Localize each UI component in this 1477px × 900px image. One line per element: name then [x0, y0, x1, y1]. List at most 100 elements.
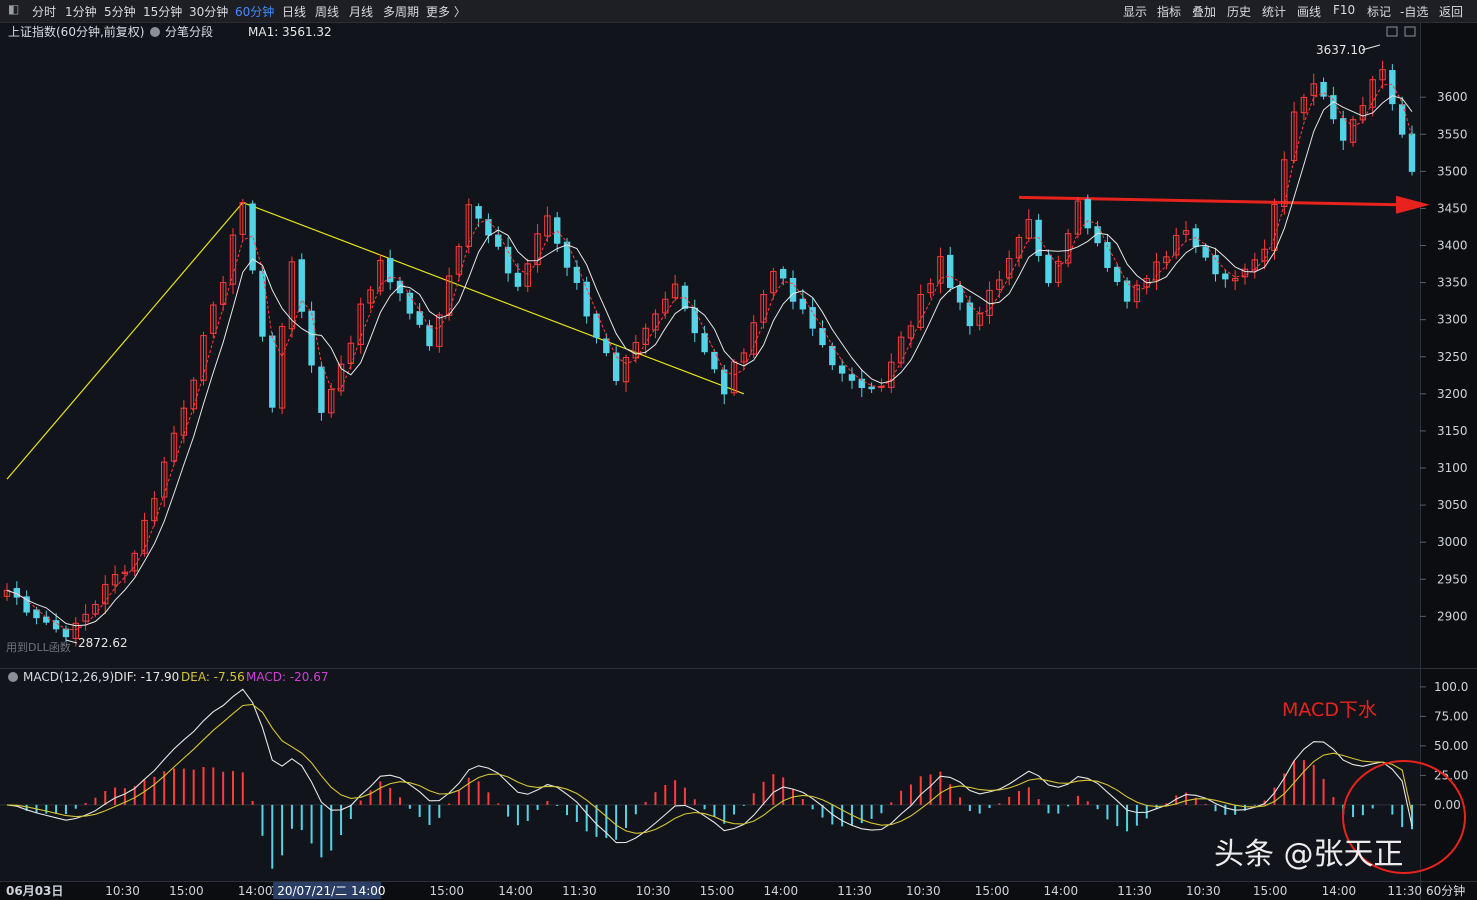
candle-body — [1408, 133, 1416, 172]
candle-body — [721, 369, 728, 395]
candle-body — [514, 272, 522, 287]
candle-body — [1222, 273, 1229, 280]
price-tick-label: 3400 — [1437, 239, 1468, 253]
macd-tick-label: 0.00 — [1434, 798, 1461, 812]
time-tick-label: 15:00 — [700, 884, 735, 898]
time-tick-label: 14:00 — [238, 884, 273, 898]
time-tick-label: 10:30 — [636, 884, 671, 898]
price-tick-label: 2900 — [1437, 609, 1468, 623]
candle-body — [838, 365, 846, 374]
mode-label[interactable]: 分笔分段 — [165, 24, 213, 39]
candle-body — [701, 333, 708, 353]
chart-area[interactable]: 3600 3550 3500 3450 3400 3350 3300 3250 3200 3150… — [0, 23, 1477, 900]
period-tab-5min[interactable]: 5分钟 — [104, 3, 136, 20]
tool-overlay[interactable]: 叠加 — [1192, 3, 1216, 20]
candle-body — [426, 325, 433, 347]
tool-history[interactable]: 历史 — [1227, 3, 1251, 20]
period-tab-monthly[interactable]: 月线 — [349, 3, 373, 20]
candle-body — [691, 307, 698, 334]
time-tick-label: 15:00 — [429, 884, 464, 898]
tool-f10[interactable]: F10 — [1333, 3, 1355, 17]
time-tick-label: 11:30 — [837, 884, 872, 898]
candle-body — [956, 286, 964, 303]
tool-mark[interactable]: 标记 — [1367, 3, 1391, 20]
price-tick-label: 3100 — [1437, 461, 1468, 475]
period-tab-30min[interactable]: 30分钟 — [189, 3, 228, 20]
candle-body — [1114, 266, 1121, 282]
candle-body — [1202, 246, 1209, 258]
time-tick-label: 11:30 — [1387, 884, 1422, 898]
macd-dea: DEA: -7.56 — [181, 670, 245, 684]
cursor-time-label: 20/07/21/二 14:00 — [277, 884, 385, 898]
tool-indicator[interactable]: 指标 — [1157, 3, 1181, 20]
candle-body — [848, 374, 856, 381]
price-tick-label: 3200 — [1437, 387, 1468, 401]
time-tick-label: 10:30 — [1186, 884, 1221, 898]
tool-watchlist[interactable]: -自选 — [1400, 3, 1428, 20]
time-tick-label: 14:00 — [498, 884, 533, 898]
period-tab-daily[interactable]: 日线 — [282, 3, 306, 20]
candle-body — [33, 609, 40, 619]
candle-body — [1340, 118, 1347, 141]
chart-title: 上证指数(60分钟,前复权) — [8, 24, 144, 39]
time-tick-label: 06月03日 — [6, 884, 63, 898]
price-tick-label: 3450 — [1437, 201, 1468, 215]
high-label: 3637.10 — [1316, 43, 1366, 57]
time-tick-label: 15:00 — [1253, 884, 1288, 898]
price-tick-label: 3500 — [1437, 164, 1468, 178]
macd-toggle-icon[interactable] — [8, 672, 18, 682]
macd-tick-label: 50.00 — [1434, 739, 1468, 753]
toolbar: ◧ 分时 1分钟 5分钟 15分钟 30分钟 60分钟 日线 周线 月线 多周期… — [0, 0, 1477, 23]
candle-body — [298, 259, 305, 312]
candle-body — [495, 234, 502, 247]
price-tick-label: 3150 — [1437, 424, 1468, 438]
candle-body — [259, 270, 266, 337]
ma-label: MA1: 3561.32 — [248, 25, 332, 39]
price-tick-label: 3000 — [1437, 535, 1468, 549]
price-tick-label: 3600 — [1437, 90, 1468, 104]
candle-body — [62, 628, 70, 638]
tool-display[interactable]: 显示 — [1123, 3, 1147, 20]
candle-body — [603, 338, 610, 354]
time-tick-label: 14:00 — [1322, 884, 1357, 898]
tool-statistics[interactable]: 统计 — [1262, 3, 1286, 20]
low-label: 2872.62 — [78, 636, 128, 650]
period-tab-more[interactable]: 更多 〉 — [426, 3, 466, 20]
tool-draw-line[interactable]: 画线 — [1297, 3, 1321, 20]
time-tick-label: 15:00 — [975, 884, 1010, 898]
dll-note: 用到DLL函数 — [6, 641, 71, 654]
macd-value: MACD: -20.67 — [246, 670, 329, 684]
period-tab-fenshi[interactable]: 分时 — [32, 3, 56, 20]
panel-toggle-icon[interactable]: ◧ — [8, 2, 19, 16]
period-tab-1min[interactable]: 1分钟 — [65, 3, 97, 20]
candle-body — [308, 310, 315, 366]
candle-body — [1045, 254, 1052, 284]
time-tick-label: 15:00 — [169, 884, 204, 898]
price-tick-label: 3250 — [1437, 350, 1468, 364]
mode-toggle-icon[interactable] — [150, 27, 160, 37]
period-tab-15min[interactable]: 15分钟 — [143, 3, 182, 20]
candle-body — [868, 386, 875, 390]
period-tab-weekly[interactable]: 周线 — [315, 3, 339, 20]
period-label: 60分钟 — [1426, 883, 1465, 898]
period-tab-multi[interactable]: 多周期 — [383, 3, 419, 20]
time-tick-label: 11:30 — [1117, 884, 1152, 898]
tool-back[interactable]: 返回 — [1439, 3, 1463, 20]
candle-body — [809, 307, 816, 329]
candle-body — [416, 311, 423, 325]
time-tick-label: 10:30 — [105, 884, 140, 898]
time-tick-label: 14:00 — [764, 884, 799, 898]
price-tick-label: 3350 — [1437, 276, 1468, 290]
period-tab-60min[interactable]: 60分钟 — [235, 3, 274, 20]
candle-body — [789, 278, 797, 302]
candle-body — [1084, 199, 1091, 229]
macd-dif: DIF: -17.90 — [114, 670, 179, 684]
watermark: 头条 @张天正 — [1214, 837, 1404, 872]
candle-body — [475, 206, 482, 219]
candle-body — [269, 335, 276, 408]
macd-note: MACD下水 — [1282, 699, 1377, 721]
time-tick-label: 10:30 — [906, 884, 941, 898]
candle-body — [318, 366, 325, 413]
macd-tick-label: 75.00 — [1434, 709, 1468, 723]
candle-body — [966, 302, 974, 327]
